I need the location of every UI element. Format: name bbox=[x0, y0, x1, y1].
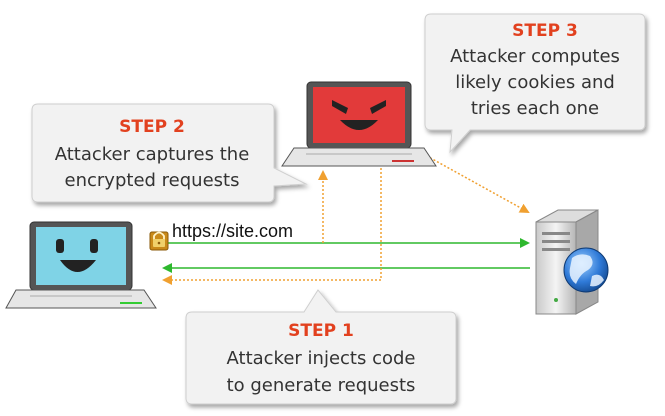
padlock-icon bbox=[149, 231, 169, 251]
brute-force-arrow bbox=[415, 149, 530, 213]
victim-laptop-icon bbox=[5, 221, 157, 309]
step1-line-1: Attacker injects code bbox=[227, 348, 416, 369]
step2-title: STEP 2 bbox=[119, 117, 185, 137]
step3-line-2: likely cookies and bbox=[455, 72, 615, 93]
step2-line-1: Attacker captures the bbox=[55, 144, 250, 165]
url-label: https://site.com bbox=[172, 221, 293, 241]
attack-diagram: STEP 3 Attacker computes likely cookies … bbox=[5, 13, 646, 405]
globe-icon bbox=[563, 247, 609, 293]
step2-line-2: encrypted requests bbox=[65, 170, 240, 191]
step3-line-3: tries each one bbox=[471, 98, 599, 119]
attacker-laptop-icon bbox=[281, 81, 437, 167]
step1-line-2: to generate requests bbox=[227, 375, 416, 396]
step3-title: STEP 3 bbox=[512, 21, 578, 41]
step3-line-1: Attacker computes bbox=[450, 46, 620, 67]
step1-title: STEP 1 bbox=[288, 321, 354, 341]
